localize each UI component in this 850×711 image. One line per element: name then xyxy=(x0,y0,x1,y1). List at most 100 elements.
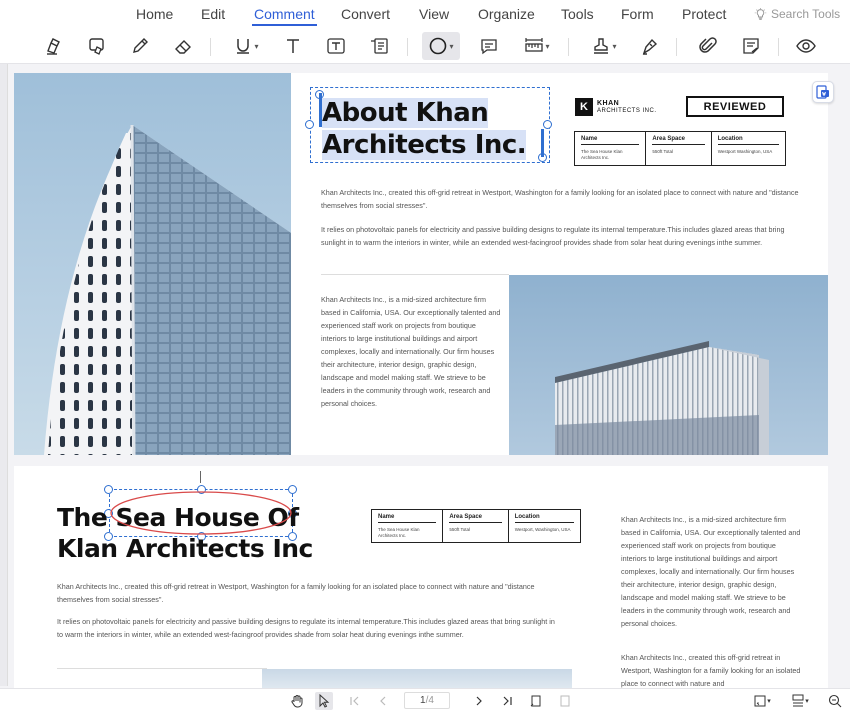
menu-edit[interactable]: Edit xyxy=(201,6,225,22)
resize-handle[interactable] xyxy=(305,120,314,129)
select-tool[interactable] xyxy=(315,692,333,710)
divider xyxy=(57,668,267,669)
ellipse-annotation[interactable] xyxy=(109,489,293,537)
paragraph-intro: Khan Architects Inc., created this off-g… xyxy=(321,188,799,210)
logo-subtitle: ARCHITECTS INC. xyxy=(597,107,657,114)
status-bar: 1 /4 ▾ ▾ xyxy=(0,688,850,711)
table-cell-location: Westport, Washington, USA xyxy=(514,527,571,532)
hand-icon xyxy=(291,695,303,708)
search-tools[interactable]: Search Tools xyxy=(754,7,840,21)
page-rotate-icon xyxy=(530,695,541,707)
side-paragraph-firm: Khan Architects Inc., is a mid-sized arc… xyxy=(621,515,801,628)
fit-page-button[interactable]: ▾ xyxy=(750,692,774,710)
callout-icon xyxy=(371,38,388,54)
info-table: Name The Sea House Klan Architects Inc. … xyxy=(371,509,581,543)
menu-organize[interactable]: Organize xyxy=(478,6,535,22)
page-layout-button[interactable]: ▾ xyxy=(788,692,812,710)
chevron-down-icon: ▾ xyxy=(805,698,809,705)
page2-photo xyxy=(262,669,572,688)
measure-tool[interactable]: ▾ xyxy=(518,32,556,60)
attachment-icon xyxy=(699,37,717,53)
toolbar-separator xyxy=(210,38,211,56)
chevron-down-icon: ▾ xyxy=(545,41,550,51)
table-header-location: Location xyxy=(717,136,779,145)
page-number-input[interactable]: 1 /4 xyxy=(404,692,450,709)
info-table: Name The Sea House Klan Architects Inc. … xyxy=(574,131,786,166)
highlight-tool[interactable] xyxy=(40,32,68,60)
next-page-button[interactable] xyxy=(470,692,488,710)
tower-illustration xyxy=(44,124,291,455)
eraser-icon xyxy=(175,40,191,54)
ellipse-tool[interactable]: ▾ xyxy=(422,32,460,60)
toolbar-separator xyxy=(778,38,779,56)
office-building-illustration xyxy=(555,341,769,455)
rotate-handle-line[interactable] xyxy=(200,471,201,483)
menu-convert[interactable]: Convert xyxy=(341,6,390,22)
toolbar-separator xyxy=(568,38,569,56)
table-header-name: Name xyxy=(581,136,640,145)
paragraph-intro: Khan Architects Inc., created this off-g… xyxy=(57,582,535,604)
table-header-name: Name xyxy=(378,514,437,523)
convert-to-word-button[interactable] xyxy=(812,81,834,103)
signature-tool[interactable] xyxy=(636,32,664,60)
paragraph-energy: It relies on photovoltaic panels for ele… xyxy=(57,617,555,639)
zoom-out-button[interactable] xyxy=(826,692,844,710)
area-highlight-tool[interactable] xyxy=(83,32,111,60)
ellipse-icon xyxy=(430,37,447,55)
comment-note-tool[interactable] xyxy=(475,32,503,60)
attachment-tool[interactable] xyxy=(694,32,722,60)
show-hide-comments[interactable] xyxy=(792,32,820,60)
chevron-down-icon: ▾ xyxy=(767,698,771,705)
highlight-icon xyxy=(47,38,60,55)
hand-tool[interactable] xyxy=(288,692,306,710)
rotate-page-button[interactable] xyxy=(527,692,545,710)
zoom-out-icon xyxy=(828,694,842,708)
fit-page-icon xyxy=(754,695,766,707)
note-icon xyxy=(481,39,497,55)
eye-icon xyxy=(796,39,816,53)
page-icon xyxy=(560,695,570,707)
logo-mark: K xyxy=(575,98,593,116)
document-page-2: The Sea House Of Klan Architects Inc Nam… xyxy=(14,466,828,688)
word-icon xyxy=(816,85,829,99)
menu-comment[interactable]: Comment xyxy=(252,6,317,26)
callout-tool[interactable] xyxy=(365,32,393,60)
textbox-tool[interactable] xyxy=(322,32,350,60)
underline-tool[interactable]: ▾ xyxy=(228,32,264,60)
company-logo: K KHAN ARCHITECTS INC. xyxy=(575,98,657,116)
bookmark-button[interactable] xyxy=(556,692,574,710)
last-page-icon xyxy=(503,696,512,706)
first-page-button[interactable] xyxy=(346,692,364,710)
measure-icon xyxy=(525,38,544,52)
comment-toolbar: ▾ ▾ ▾ ▾ xyxy=(0,28,850,64)
sticky-note-icon xyxy=(743,38,759,54)
menu-home[interactable]: Home xyxy=(136,6,173,22)
chevron-down-icon: ▾ xyxy=(254,41,259,51)
chevron-right-icon xyxy=(476,696,482,706)
sticky-note-tool[interactable] xyxy=(737,32,765,60)
table-cell-area: 550ft Total xyxy=(652,149,674,154)
menu-view[interactable]: View xyxy=(419,6,449,22)
signature-icon xyxy=(642,38,658,55)
table-header-location: Location xyxy=(514,514,574,523)
page-title-about[interactable]: About Khan Architects Inc. xyxy=(322,97,550,161)
stamp-tool[interactable]: ▾ xyxy=(586,32,622,60)
pdf-editor-window: Home Edit Comment Convert View Organize … xyxy=(0,0,850,711)
lightbulb-icon xyxy=(754,7,767,20)
prev-page-button[interactable] xyxy=(374,692,392,710)
pencil-tool[interactable] xyxy=(126,32,154,60)
search-placeholder: Search Tools xyxy=(771,7,841,21)
menu-tools[interactable]: Tools xyxy=(561,6,594,22)
reviewed-stamp[interactable]: REVIEWED xyxy=(686,96,784,117)
title-line-1: About Khan xyxy=(322,98,489,128)
menu-protect[interactable]: Protect xyxy=(682,6,726,22)
eraser-tool[interactable] xyxy=(169,32,197,60)
menu-form[interactable]: Form xyxy=(621,6,654,22)
page-layout-icon xyxy=(792,694,804,707)
first-page-icon xyxy=(350,696,359,706)
text-tool[interactable] xyxy=(279,32,307,60)
building-photo-left xyxy=(14,73,291,455)
paragraph-energy: It relies on photovoltaic panels for ele… xyxy=(321,225,785,247)
side-panel-collapsed[interactable] xyxy=(0,64,8,686)
last-page-button[interactable] xyxy=(498,692,516,710)
